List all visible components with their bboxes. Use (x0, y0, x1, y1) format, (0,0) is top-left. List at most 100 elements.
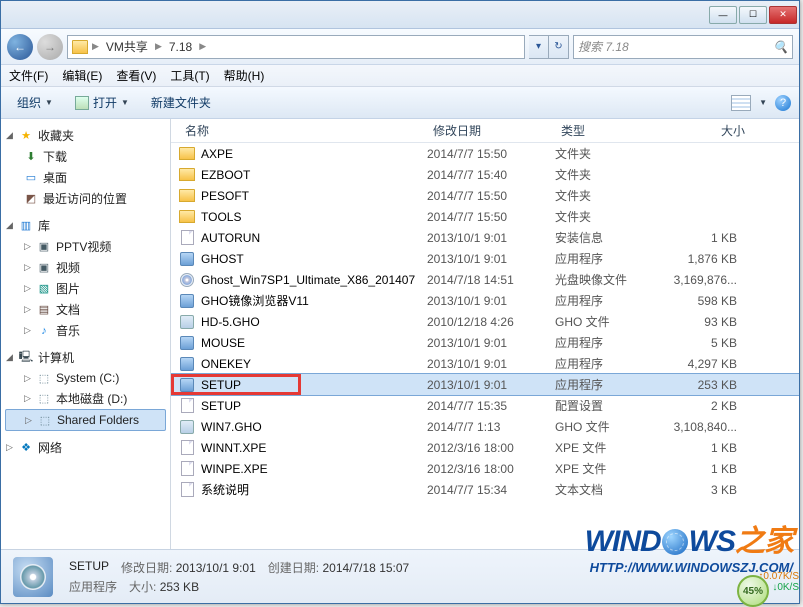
search-input[interactable]: 搜索 7.18 🔍 (573, 35, 793, 59)
file-size: 93 KB (663, 315, 751, 329)
menu-file[interactable]: 文件(F) (9, 67, 48, 84)
new-folder-button[interactable]: 新建文件夹 (143, 91, 219, 114)
col-header-size[interactable]: 大小 (663, 122, 751, 139)
file-type: 应用程序 (555, 250, 663, 267)
file-size: 253 KB (663, 378, 751, 392)
file-icon (179, 314, 195, 330)
file-icon (179, 335, 195, 351)
organize-button[interactable]: 组织▼ (9, 91, 61, 114)
chevron-down-icon[interactable]: ▼ (759, 98, 767, 107)
sidebar-item-videos[interactable]: ▷▣视频 (5, 257, 166, 278)
file-row[interactable]: TOOLS2014/7/7 15:50文件夹 (171, 206, 799, 227)
file-name: EZBOOT (201, 168, 250, 182)
file-icon (179, 188, 195, 204)
file-row[interactable]: WIN7.GHO2014/7/7 1:13GHO 文件3,108,840... (171, 416, 799, 437)
file-row[interactable]: MOUSE2013/10/1 9:01应用程序5 KB (171, 332, 799, 353)
open-icon (75, 96, 89, 110)
file-name: PESOFT (201, 189, 249, 203)
col-header-name[interactable]: 名称 (179, 122, 427, 139)
chevron-right-icon[interactable]: ▶ (92, 41, 99, 52)
file-icon (179, 167, 195, 183)
minimize-button[interactable]: — (709, 6, 737, 24)
address-bar[interactable]: ▶ VM共享 ▶ 7.18 ▶ (67, 35, 525, 59)
menu-help[interactable]: 帮助(H) (224, 67, 265, 84)
file-icon (179, 398, 195, 414)
file-type: GHO 文件 (555, 313, 663, 330)
file-row[interactable]: HD-5.GHO2010/12/18 4:26GHO 文件93 KB (171, 311, 799, 332)
search-icon[interactable]: 🔍 (773, 40, 788, 54)
file-row[interactable]: 系统说明2014/7/7 15:34文本文档3 KB (171, 479, 799, 500)
status-filename: SETUP (69, 559, 109, 576)
file-size: 4,297 KB (663, 357, 751, 371)
sidebar-item-recent[interactable]: ◩最近访问的位置 (5, 188, 166, 209)
col-header-date[interactable]: 修改日期 (427, 122, 555, 139)
file-row[interactable]: EZBOOT2014/7/7 15:40文件夹 (171, 164, 799, 185)
file-date: 2013/10/1 9:01 (427, 252, 555, 266)
file-icon (179, 440, 195, 456)
file-row[interactable]: PESOFT2014/7/7 15:50文件夹 (171, 185, 799, 206)
file-type: 文件夹 (555, 187, 663, 204)
back-button[interactable]: ← (7, 34, 33, 60)
file-date: 2013/10/1 9:01 (427, 294, 555, 308)
file-type: 配置设置 (555, 397, 663, 414)
chevron-down-icon: ▼ (45, 98, 53, 107)
view-mode-button[interactable] (731, 95, 751, 111)
file-size: 5 KB (663, 336, 751, 350)
chevron-right-icon[interactable]: ▶ (155, 41, 162, 52)
forward-button[interactable]: → (37, 34, 63, 60)
file-row[interactable]: SETUP2013/10/1 9:01应用程序253 KB (171, 374, 799, 395)
menu-tools[interactable]: 工具(T) (170, 67, 209, 84)
file-row[interactable]: WINNT.XPE2012/3/16 18:00XPE 文件1 KB (171, 437, 799, 458)
file-row[interactable]: Ghost_Win7SP1_Ultimate_X86_2014072014/7/… (171, 269, 799, 290)
file-size: 598 KB (663, 294, 751, 308)
sidebar-favorites-header[interactable]: ◢★收藏夹 (5, 125, 166, 146)
open-button[interactable]: 打开▼ (67, 91, 137, 114)
file-type: 文件夹 (555, 166, 663, 183)
file-row[interactable]: GHOST2013/10/1 9:01应用程序1,876 KB (171, 248, 799, 269)
file-name: MOUSE (201, 336, 245, 350)
file-size: 2 KB (663, 399, 751, 413)
menu-view[interactable]: 查看(V) (116, 67, 156, 84)
sidebar-libraries-header[interactable]: ◢▥库 (5, 215, 166, 236)
sidebar-item-drive-d[interactable]: ▷⬚本地磁盘 (D:) (5, 388, 166, 409)
file-date: 2014/7/7 15:50 (427, 210, 555, 224)
file-date: 2013/10/1 9:01 (427, 231, 555, 245)
file-icon (179, 293, 195, 309)
computer-icon: 🖳 (18, 350, 34, 366)
file-row[interactable]: GHO镜像浏览器V112013/10/1 9:01应用程序598 KB (171, 290, 799, 311)
maximize-button[interactable]: ☐ (739, 6, 767, 24)
file-row[interactable]: AXPE2014/7/7 15:50文件夹 (171, 143, 799, 164)
file-row[interactable]: WINPE.XPE2012/3/16 18:00XPE 文件1 KB (171, 458, 799, 479)
help-icon[interactable]: ? (775, 95, 791, 111)
sidebar-item-music[interactable]: ▷♪音乐 (5, 320, 166, 341)
file-row[interactable]: AUTORUN2013/10/1 9:01安装信息1 KB (171, 227, 799, 248)
menu-edit[interactable]: 编辑(E) (62, 67, 102, 84)
col-header-type[interactable]: 类型 (555, 122, 663, 139)
file-type: 文件夹 (555, 208, 663, 225)
chevron-right-icon[interactable]: ▶ (199, 41, 206, 52)
close-button[interactable]: ✕ (769, 6, 797, 24)
breadcrumb-segment[interactable]: 7.18 (166, 40, 195, 54)
document-icon: ▤ (36, 302, 52, 318)
file-type: 应用程序 (555, 334, 663, 351)
sidebar-item-pictures[interactable]: ▷▧图片 (5, 278, 166, 299)
address-dropdown[interactable]: ▾ (529, 35, 549, 59)
file-date: 2012/3/16 18:00 (427, 462, 555, 476)
sidebar-item-documents[interactable]: ▷▤文档 (5, 299, 166, 320)
sidebar-item-desktop[interactable]: ▭桌面 (5, 167, 166, 188)
sidebar-item-pptv[interactable]: ▷▣PPTV视频 (5, 236, 166, 257)
sidebar-item-downloads[interactable]: ⬇下载 (5, 146, 166, 167)
file-row[interactable]: ONEKEY2013/10/1 9:01应用程序4,297 KB (171, 353, 799, 374)
file-date: 2014/7/7 15:34 (427, 483, 555, 497)
file-row[interactable]: SETUP2014/7/7 15:35配置设置2 KB (171, 395, 799, 416)
file-list[interactable]: AXPE2014/7/7 15:50文件夹EZBOOT2014/7/7 15:4… (171, 143, 799, 549)
sidebar: ◢★收藏夹 ⬇下载 ▭桌面 ◩最近访问的位置 ◢▥库 ▷▣PPTV视频 ▷▣视频… (1, 119, 171, 549)
file-icon (179, 419, 195, 435)
sidebar-network-header[interactable]: ▷❖网络 (5, 437, 166, 458)
refresh-button[interactable]: ↻ (549, 35, 569, 59)
sidebar-item-shared-folders[interactable]: ▷⬚Shared Folders (5, 409, 166, 431)
sidebar-computer-header[interactable]: ◢🖳计算机 (5, 347, 166, 368)
breadcrumb-segment[interactable]: VM共享 (103, 38, 151, 55)
file-type: GHO 文件 (555, 418, 663, 435)
sidebar-item-drive-c[interactable]: ▷⬚System (C:) (5, 368, 166, 388)
